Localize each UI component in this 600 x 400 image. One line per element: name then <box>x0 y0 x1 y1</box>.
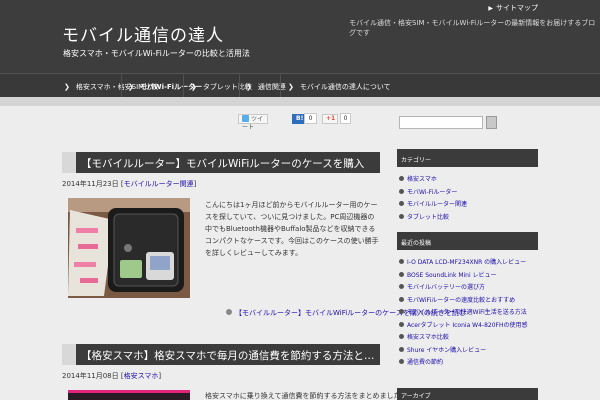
recent-post-link[interactable]: 格安スマホ比較 <box>407 334 449 341</box>
post-excerpt: こんにちは1ヶ月ほど前からモバイルルーター用のケースを探していて、ついに見つけま… <box>205 201 379 257</box>
post-meta: 2014年11月08日 [格安スマホ] <box>62 372 162 380</box>
post-title-link[interactable]: 【モバイルルーター】モバイルWiFiルーターのケースを購入 <box>81 156 377 171</box>
category-link[interactable]: モバイルルーター関連 <box>407 201 467 208</box>
recent-posts-list: I-O DATA LCD-MF234XNR の購入レビュー BOSE Sound… <box>399 257 528 370</box>
bullet-icon <box>399 176 404 181</box>
post-title-link[interactable]: 【格安スマホ】格安スマホで毎月の通信費を節約する方法と… <box>81 348 377 363</box>
bullet-icon <box>399 309 404 314</box>
bullet-icon <box>399 188 404 194</box>
list-item[interactable]: モバイルルーターで快適WiFi生活を送る方法 <box>399 307 528 320</box>
list-item[interactable]: 格安スマホ比較 <box>399 332 528 345</box>
search-button[interactable] <box>486 116 497 129</box>
post-title-bar: 【格安スマホ】格安スマホで毎月の通信費を節約する方法と… <box>62 344 380 365</box>
site-title[interactable]: モバイル通信の達人 <box>62 21 224 46</box>
list-item[interactable]: 格安スマホ <box>399 174 467 187</box>
nav-item-label: 通信関連 <box>257 83 286 91</box>
site-tagline: 格安スマホ・モバイルWi-Fiルーターの比較と活用法 <box>63 49 250 58</box>
bullet-icon <box>399 359 404 364</box>
hatena-button[interactable]: B! <box>292 114 304 124</box>
post-title-tab <box>62 152 76 173</box>
recent-post-link[interactable]: BOSE SoundLink Mini レビュー <box>407 272 497 279</box>
post-date: 2014年11月08日 <box>62 372 119 380</box>
post-category-link[interactable]: 格安スマホ <box>124 372 159 380</box>
post-date: 2014年11月23日 <box>62 180 119 188</box>
list-item[interactable]: Acerタブレット Iconia W4-820FHの使用感 <box>399 320 528 333</box>
post-title-tab <box>62 344 76 365</box>
recent-post-link[interactable]: Shure イヤホン購入レビュー <box>407 347 486 354</box>
list-item[interactable]: BOSE SoundLink Mini レビュー <box>399 270 528 283</box>
bullet-icon <box>399 334 404 339</box>
list-item[interactable]: モバイルルーター関連 <box>399 199 467 212</box>
category-list: 格安スマホ モバWi-Fiルーター モバイルルーター関連 タブレット比較 <box>399 174 467 224</box>
chevron-right-icon: ❯ <box>64 83 70 91</box>
main-nav: ❯ 格安スマホ・格安SIM比較 ❯ モバWi-Fiルーター ❯ タブレット比較 ❯ 通信… <box>0 73 600 98</box>
bullet-icon <box>399 321 404 327</box>
list-item[interactable]: I-O DATA LCD-MF234XNR の購入レビュー <box>399 257 528 270</box>
bullet-icon <box>399 213 404 219</box>
bullet-icon <box>399 346 404 352</box>
chevron-right-icon: ❯ <box>191 83 197 91</box>
list-item[interactable]: モバWiFiルーターの速度比較とおすすめ <box>399 295 528 308</box>
recent-post-link[interactable]: モバイルルーターで快適WiFi生活を送る方法 <box>407 309 527 316</box>
hatena-count: 0 <box>304 113 317 124</box>
category-link[interactable]: タブレット比較 <box>407 214 449 221</box>
bullet-icon <box>399 296 404 302</box>
gplus-count: 0 <box>340 113 351 124</box>
search-input[interactable] <box>399 116 483 129</box>
twitter-icon <box>242 115 249 122</box>
widget-title: 最近の投稿 <box>397 232 538 250</box>
nav-item-label: モバイル通信の達人について <box>299 83 391 91</box>
nav-divider <box>239 74 240 98</box>
gplus-button[interactable]: +1 <box>322 114 338 124</box>
widget-title: アーカイブ <box>397 388 538 400</box>
bullet-icon <box>226 309 232 315</box>
site-header: モバイル通信の達人 格安スマホ・モバイルWi-Fiルーターの比較と活用法 モバイ… <box>0 0 600 73</box>
chevron-right-icon: ❯ <box>288 83 294 91</box>
bullet-icon <box>399 271 404 277</box>
bullet-icon <box>399 284 404 289</box>
nav-item-tablet[interactable]: ❯ タブレット比較 <box>191 82 252 92</box>
post-category-link[interactable]: モバイルルーター関連 <box>124 180 194 188</box>
list-item[interactable]: 通信費の節約 <box>399 357 528 370</box>
chevron-right-icon: ❯ <box>246 83 252 91</box>
recent-post-link[interactable]: 通信費の節約 <box>407 359 443 366</box>
widget-title: カテゴリー <box>397 149 538 167</box>
arrow-right-icon: ▶ <box>488 5 493 12</box>
nav-item-label: タブレット比較 <box>202 83 252 91</box>
category-link[interactable]: 格安スマホ <box>407 176 437 183</box>
site-description: モバイル通信・格安SIM・モバイルWi-Fiルーターの最新情報をお届けするブログ… <box>349 19 596 37</box>
recent-post-link[interactable]: モバWiFiルーターの速度比較とおすすめ <box>407 297 515 304</box>
tweet-button[interactable]: ツイート <box>238 114 268 131</box>
hatena-icon: B! <box>296 115 304 122</box>
list-item[interactable]: モバイルバッテリーの選び方 <box>399 282 528 295</box>
post-excerpt: 格安スマホに乗り換えて通信費を節約する方法をまとめました。 <box>205 392 408 400</box>
recent-post-link[interactable]: I-O DATA LCD-MF234XNR の購入レビュー <box>407 259 526 266</box>
sitemap-link[interactable]: ▶ サイトマップ <box>488 3 538 13</box>
sitemap-link-label: サイトマップ <box>496 4 538 12</box>
category-link[interactable]: モバWi-Fiルーター <box>407 189 457 196</box>
list-item[interactable]: Shure イヤホン購入レビュー <box>399 345 528 358</box>
post-title-bar: 【モバイルルーター】モバイルWiFiルーターのケースを購入 <box>62 152 380 173</box>
nav-divider <box>121 74 122 98</box>
bullet-icon <box>399 201 404 206</box>
recent-post-link[interactable]: モバイルバッテリーの選び方 <box>407 284 485 291</box>
nav-shadow-band <box>0 97 600 106</box>
list-item[interactable]: タブレット比較 <box>399 212 467 225</box>
gplus-label: +1 <box>326 115 336 122</box>
nav-divider <box>280 74 281 98</box>
nav-divider <box>183 74 184 98</box>
post-thumbnail[interactable] <box>68 390 190 400</box>
post-thumbnail[interactable] <box>68 198 190 298</box>
recent-post-link[interactable]: Acerタブレット Iconia W4-820FHの使用感 <box>407 322 528 329</box>
chevron-right-icon: ❯ <box>128 83 134 91</box>
list-item[interactable]: モバWi-Fiルーター <box>399 187 467 200</box>
bullet-icon <box>399 259 404 264</box>
post-meta: 2014年11月23日 [モバイルルーター関連] <box>62 180 197 188</box>
nav-item-about[interactable]: ❯ モバイル通信の達人について <box>288 82 391 92</box>
router-case-photo <box>68 198 190 298</box>
